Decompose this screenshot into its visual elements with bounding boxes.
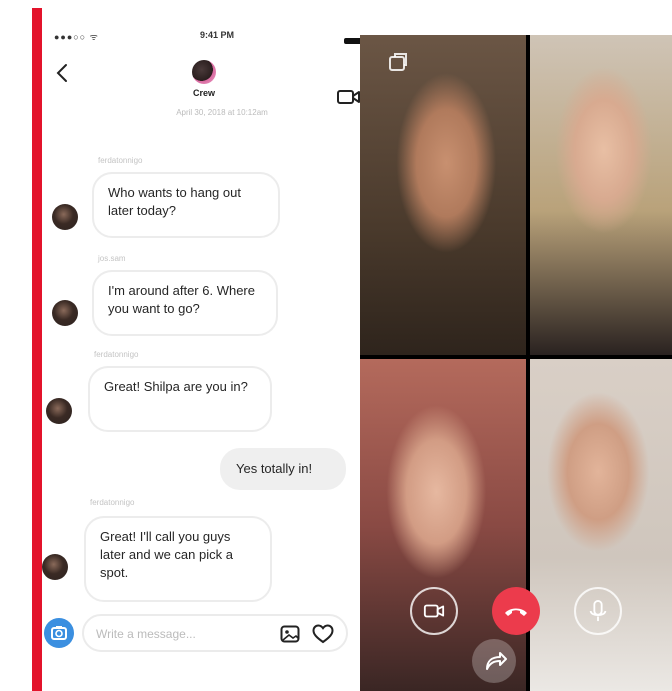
sender-avatar[interactable]: [52, 204, 78, 230]
red-edge-bar: [32, 8, 42, 691]
date-divider: April 30, 2018 at 10:12am: [176, 108, 268, 117]
thread-title[interactable]: Crew: [182, 88, 226, 98]
end-call-icon: [505, 608, 527, 616]
sender-name: ferdatonnigo: [90, 498, 135, 507]
message-bubble[interactable]: Great! I'll call you guys later and we c…: [84, 516, 272, 602]
message-bubble[interactable]: Who wants to hang out later today?: [92, 172, 280, 238]
participant-video-tile[interactable]: [360, 35, 526, 355]
status-bar: ●●●○○ ᯤ 9:41 PM: [50, 28, 368, 44]
status-time: 9:41 PM: [200, 30, 235, 40]
video-call-icon[interactable]: [336, 86, 362, 108]
sender-name: ferdatonnigo: [98, 156, 143, 165]
camera-button[interactable]: [44, 618, 74, 648]
sender-avatar[interactable]: [46, 398, 72, 424]
end-call-button[interactable]: [492, 587, 540, 635]
gallery-icon[interactable]: [280, 625, 300, 643]
heart-icon[interactable]: [312, 624, 334, 644]
video-toggle-button[interactable]: [410, 587, 458, 635]
camera-icon: [51, 626, 67, 640]
sender-avatar[interactable]: [42, 554, 68, 580]
sender-name: ferdatonnigo: [94, 350, 139, 359]
microphone-icon: [589, 600, 607, 622]
share-icon: [486, 652, 507, 670]
participant-video-tile[interactable]: [530, 359, 672, 691]
mute-button[interactable]: [574, 587, 622, 635]
message-composer: [44, 614, 364, 658]
share-button[interactable]: [472, 639, 516, 683]
video-call-grid: [360, 35, 672, 691]
sender-avatar[interactable]: [52, 300, 78, 326]
message-bubble[interactable]: Great! Shilpa are you in?: [88, 366, 272, 432]
sender-name: jos.sam: [98, 254, 126, 263]
message-input-wrapper: [82, 614, 348, 652]
participant-video-tile[interactable]: [530, 35, 672, 355]
group-avatar[interactable]: [192, 60, 216, 84]
signal-indicator: ●●●○○ ᯤ: [54, 32, 99, 42]
flip-camera-icon[interactable]: [386, 51, 410, 75]
own-message-bubble[interactable]: Yes totally in!: [220, 448, 346, 490]
message-input[interactable]: [94, 624, 258, 644]
direct-message-thread: ●●●○○ ᯤ 9:41 PM Crew April 30, 2018 at 1…: [42, 20, 368, 691]
back-chevron-icon[interactable]: [52, 60, 74, 86]
video-toggle-icon: [423, 604, 445, 618]
message-bubble[interactable]: I'm around after 6. Where you want to go…: [92, 270, 278, 336]
